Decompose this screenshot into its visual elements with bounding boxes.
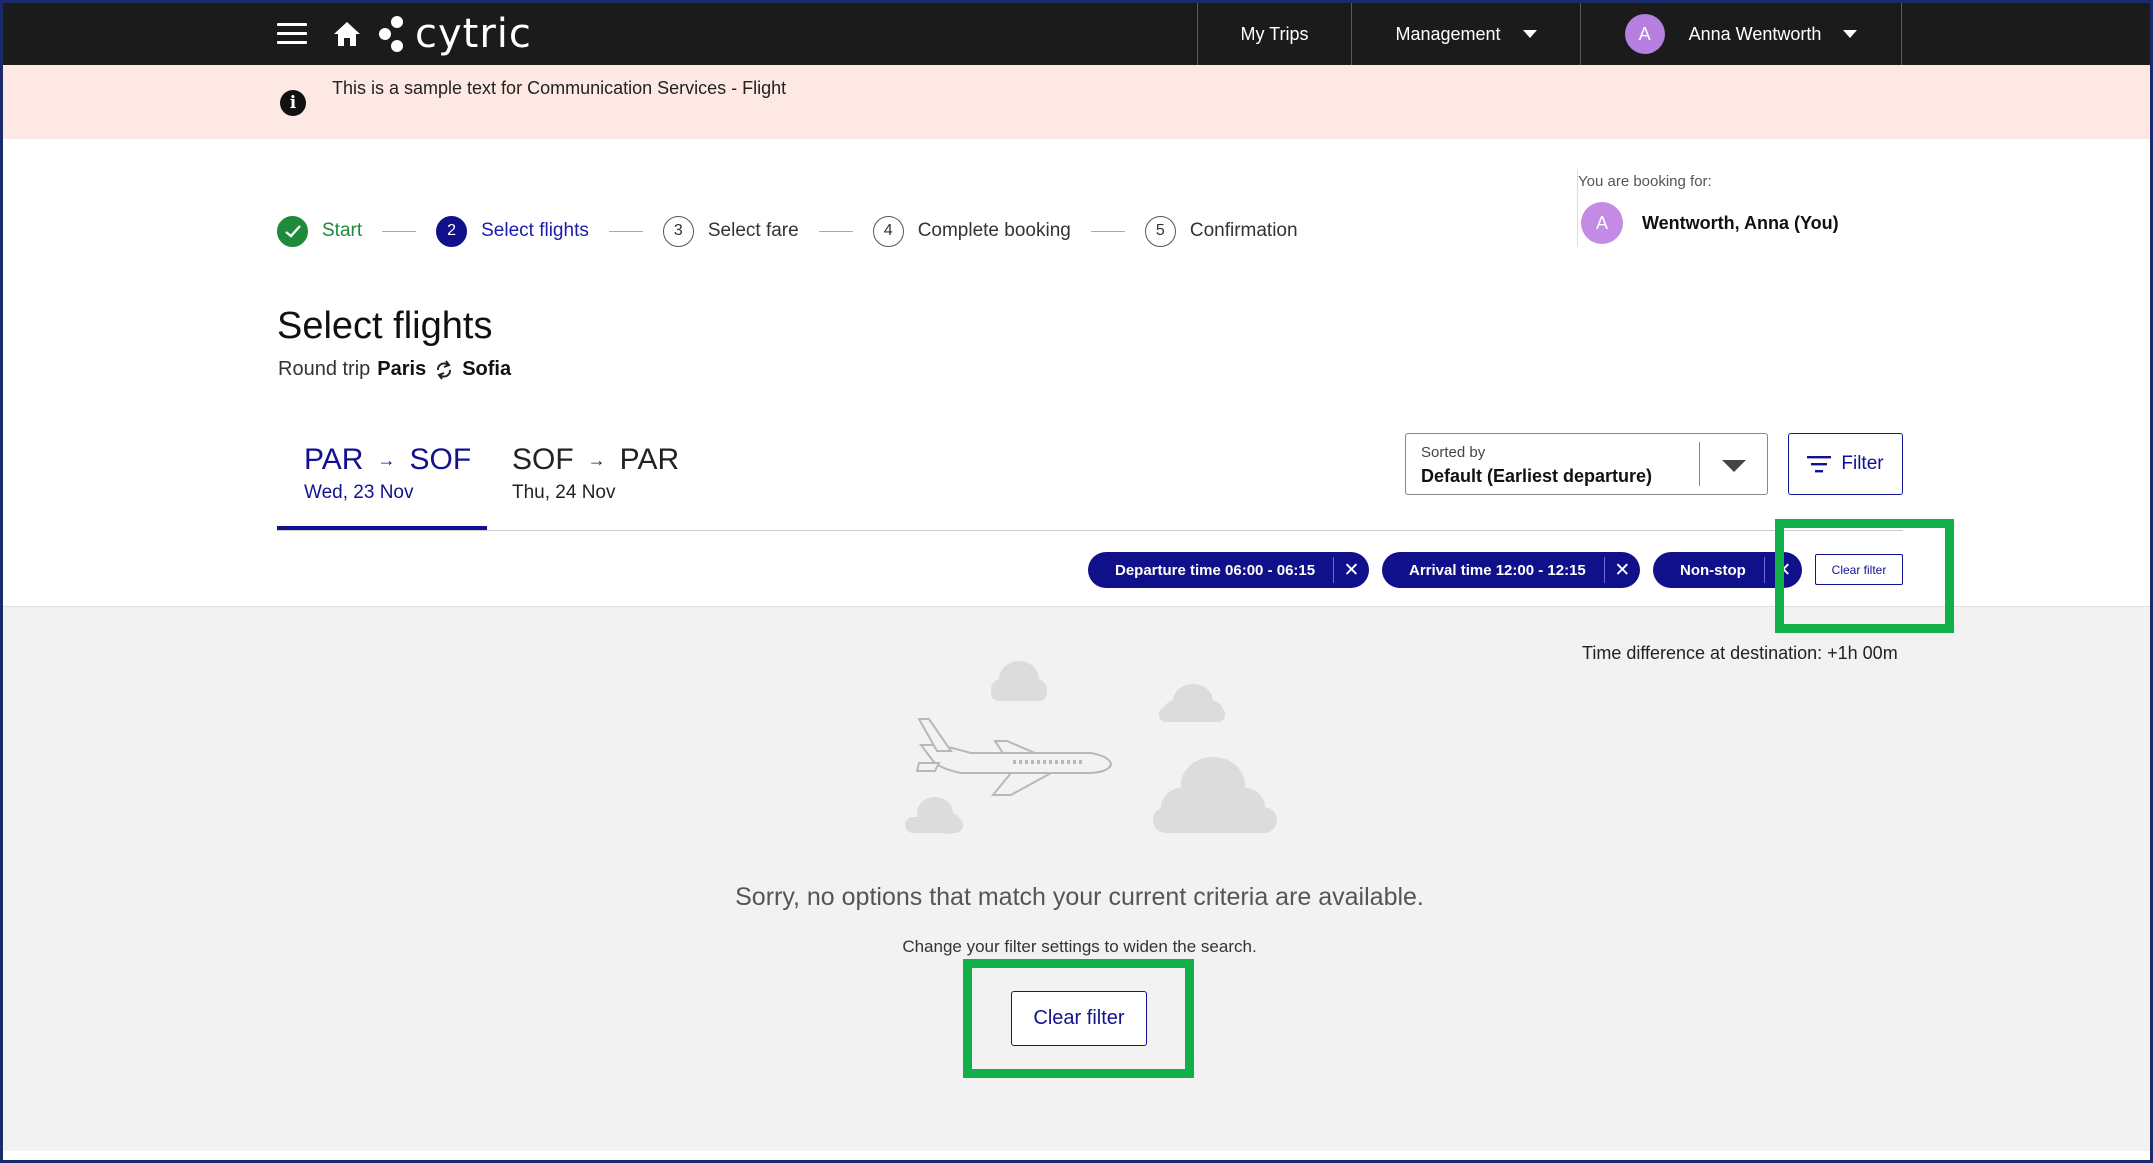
step-separator [608,230,643,232]
cytric-logo[interactable]: cytric [377,11,532,57]
cloud-icon [1159,684,1225,722]
filter-chip-departure-time: Departure time 06:00 - 06:15 ✕ [1088,552,1369,588]
nav-management-label: Management [1395,23,1501,44]
highlight-box [1775,519,1954,633]
step-label: Select fare [707,220,799,241]
chevron-down-icon [1522,30,1537,38]
booking-for-label: You are booking for: [1578,173,1712,190]
sort-label: Sorted by [1421,444,1486,461]
trip-destination: Sofia [462,358,512,380]
arrow-right-icon: → [587,449,606,470]
tabs-divider [277,530,1903,531]
airplane-clouds-illustration [905,661,1277,834]
arrow-right-icon: → [377,449,396,470]
cloud-icon [991,661,1047,701]
highlight-box [963,959,1194,1078]
chevron-down-icon [1722,460,1746,472]
chevron-down-icon [1843,30,1858,38]
filter-button[interactable]: Filter [1788,433,1903,495]
chip-label: Non-stop [1680,561,1746,579]
home-icon[interactable] [332,20,362,48]
sort-select[interactable]: Sorted by Default (Earliest departure) [1405,433,1768,495]
chip-label: Arrival time 12:00 - 12:15 [1409,561,1586,579]
nav-my-trips[interactable]: My Trips [1197,3,1351,65]
booking-stepper: Start 2 Select flights 3 Select fare 4 C… [277,215,1298,247]
step-label: Start [322,220,363,241]
empty-state-hint: Change your filter settings to widen the… [902,937,1257,956]
traveler-name: Wentworth, Anna (You) [1642,213,1839,233]
close-icon[interactable]: ✕ [1334,559,1369,582]
info-icon: i [280,90,306,116]
sort-divider [1699,442,1700,486]
step-separator [382,230,417,232]
round-trip-icon [437,359,452,380]
logo-text: cytric [415,11,532,57]
step-complete-booking: 4 Complete booking [872,215,1071,247]
step-number: 2 [436,215,468,247]
nav-my-trips-label: My Trips [1240,23,1309,44]
tab-to: SOF [409,443,472,476]
info-banner: i This is a sample text for Communicatio… [3,65,2150,139]
step-label: Complete booking [917,220,1071,241]
step-separator [818,230,853,232]
filter-icon [1807,456,1832,473]
trip-summary: Round trip Paris Sofia [278,358,511,381]
trip-type: Round trip [278,358,371,380]
avatar: A [1624,14,1665,54]
step-label: Confirmation [1189,220,1298,241]
tab-from: PAR [304,443,364,476]
empty-state-message: Sorry, no options that match your curren… [735,883,1424,911]
time-difference: Time difference at destination: +1h 00m [1582,643,1898,663]
tab-from: SOF [512,443,574,476]
step-label: Select flights [481,220,589,241]
airplane-icon [915,718,1113,796]
filter-button-label: Filter [1841,453,1884,474]
trip-origin: Paris [377,358,427,380]
step-select-fare: 3 Select fare [662,215,799,247]
nav-user-name: Anna Wentworth [1688,23,1822,44]
tab-to: PAR [619,443,680,476]
cloud-icon [905,797,963,834]
tab-return[interactable]: SOF → PAR Thu, 24 Nov [512,443,679,504]
tab-date: Wed, 23 Nov [304,482,414,503]
step-select-flights[interactable]: 2 Select flights [436,215,589,247]
step-separator [1090,230,1125,232]
nav-user-menu[interactable]: A Anna Wentworth [1580,3,1902,65]
tab-outbound[interactable]: PAR → SOF Wed, 23 Nov [304,443,471,504]
traveler-avatar: A [1581,202,1623,244]
logo-dots-icon [379,16,403,52]
chip-label: Departure time 06:00 - 06:15 [1115,561,1316,579]
checkmark-icon [277,215,308,247]
nav-management[interactable]: Management [1351,3,1580,65]
cloud-icon [1153,757,1277,833]
app-window: cytric My Trips Management A Anna Wentwo… [0,0,2153,1163]
close-icon[interactable]: ✕ [1605,559,1640,582]
step-confirmation: 5 Confirmation [1144,215,1298,247]
step-start[interactable]: Start [277,215,363,247]
step-number: 3 [662,215,694,247]
banner-text: This is a sample text for Communication … [332,78,787,98]
filter-chip-arrival-time: Arrival time 12:00 - 12:15 ✕ [1382,552,1640,588]
menu-icon[interactable] [277,23,307,45]
tab-date: Thu, 24 Nov [512,482,616,503]
step-number: 5 [1144,215,1176,247]
page-title: Select flights [277,305,493,347]
step-number: 4 [872,215,904,247]
sort-value: Default (Earliest departure) [1421,466,1653,486]
top-navigation-bar: cytric My Trips Management A Anna Wentwo… [3,3,2150,65]
